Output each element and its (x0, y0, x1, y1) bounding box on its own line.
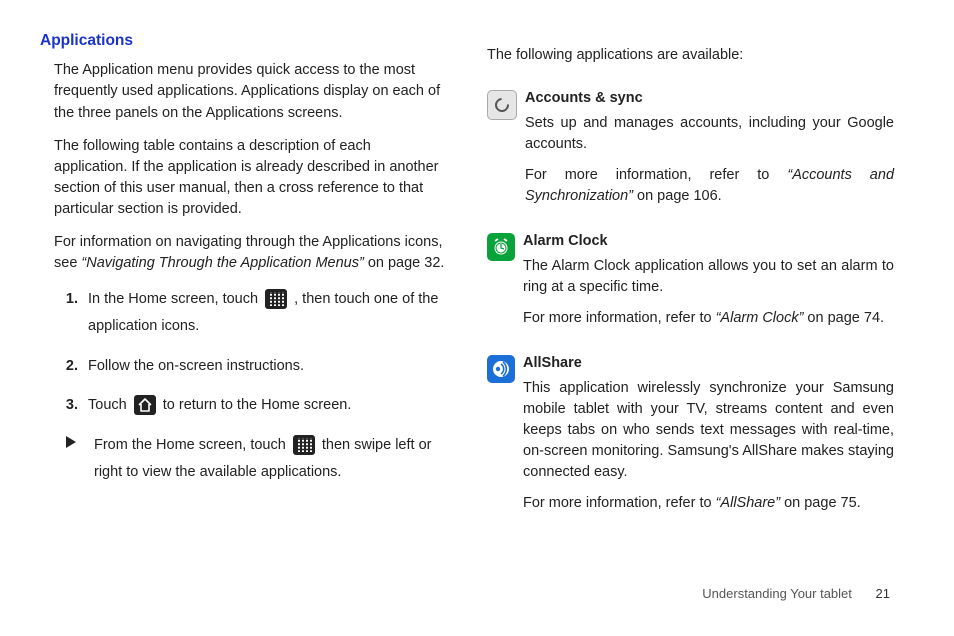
footer-page-number: 21 (876, 586, 890, 601)
allshare-icon (487, 355, 515, 383)
more-a: For more information, refer to (523, 310, 716, 326)
alarm-clock-icon (487, 233, 515, 261)
app-more: For more information, refer to “Alarm Cl… (523, 308, 894, 329)
step-1: In the Home screen, touch , then touch o… (82, 286, 447, 341)
app-accounts-sync: Accounts & sync Sets up and manages acco… (487, 88, 894, 217)
app-title: Alarm Clock (523, 231, 894, 252)
more-ref: “AllShare” (716, 495, 780, 511)
home-icon (134, 395, 156, 415)
tip-bullet: From the Home screen, touch then swipe l… (62, 432, 447, 487)
intro-paragraph-3: For information on navigating through th… (54, 232, 447, 274)
app-desc: Sets up and manages accounts, including … (525, 113, 894, 155)
step3-text-a: Touch (88, 397, 131, 413)
steps-list: In the Home screen, touch , then touch o… (54, 286, 447, 420)
step-2: Follow the on-screen instructions. (82, 353, 447, 381)
app-more: For more information, refer to “Accounts… (525, 165, 894, 207)
app-desc: This application wirelessly synchronize … (523, 378, 894, 483)
p3-reference: “Navigating Through the Application Menu… (81, 255, 363, 271)
step3-text-b: to return to the Home screen. (159, 397, 352, 413)
accounts-sync-icon (487, 90, 517, 120)
more-ref: “Alarm Clock” (716, 310, 804, 326)
step-3: Touch to return to the Home screen. (82, 392, 447, 420)
app-title: AllShare (523, 353, 894, 374)
app-desc: The Alarm Clock application allows you t… (523, 256, 894, 298)
apps-grid-icon (265, 289, 287, 309)
apps-intro: The following applications are available… (487, 45, 894, 66)
bullet-arrow-icon (66, 432, 76, 487)
app-alarm-clock: Alarm Clock The Alarm Clock application … (487, 231, 894, 339)
left-column: Applications The Application menu provid… (40, 30, 447, 590)
app-allshare: AllShare This application wirelessly syn… (487, 353, 894, 524)
step1-text-a: In the Home screen, touch (88, 291, 262, 307)
more-a: For more information, refer to (525, 167, 787, 183)
apps-grid-icon (293, 435, 315, 455)
more-a: For more information, refer to (523, 495, 716, 511)
page-footer: Understanding Your tablet 21 (702, 585, 890, 604)
intro-paragraph-2: The following table contains a descripti… (54, 136, 447, 220)
right-column: The following applications are available… (487, 30, 894, 590)
tip-text-a: From the Home screen, touch (94, 437, 290, 453)
p3-text-b: on page 32. (364, 255, 445, 271)
more-b: on page 106. (633, 188, 722, 204)
intro-paragraph-1: The Application menu provides quick acce… (54, 60, 447, 123)
section-heading: Applications (40, 30, 447, 52)
app-title: Accounts & sync (525, 88, 894, 109)
more-b: on page 74. (803, 310, 884, 326)
footer-section: Understanding Your tablet (702, 586, 852, 601)
tip-text: From the Home screen, touch then swipe l… (94, 432, 447, 487)
more-b: on page 75. (780, 495, 861, 511)
app-more: For more information, refer to “AllShare… (523, 493, 894, 514)
